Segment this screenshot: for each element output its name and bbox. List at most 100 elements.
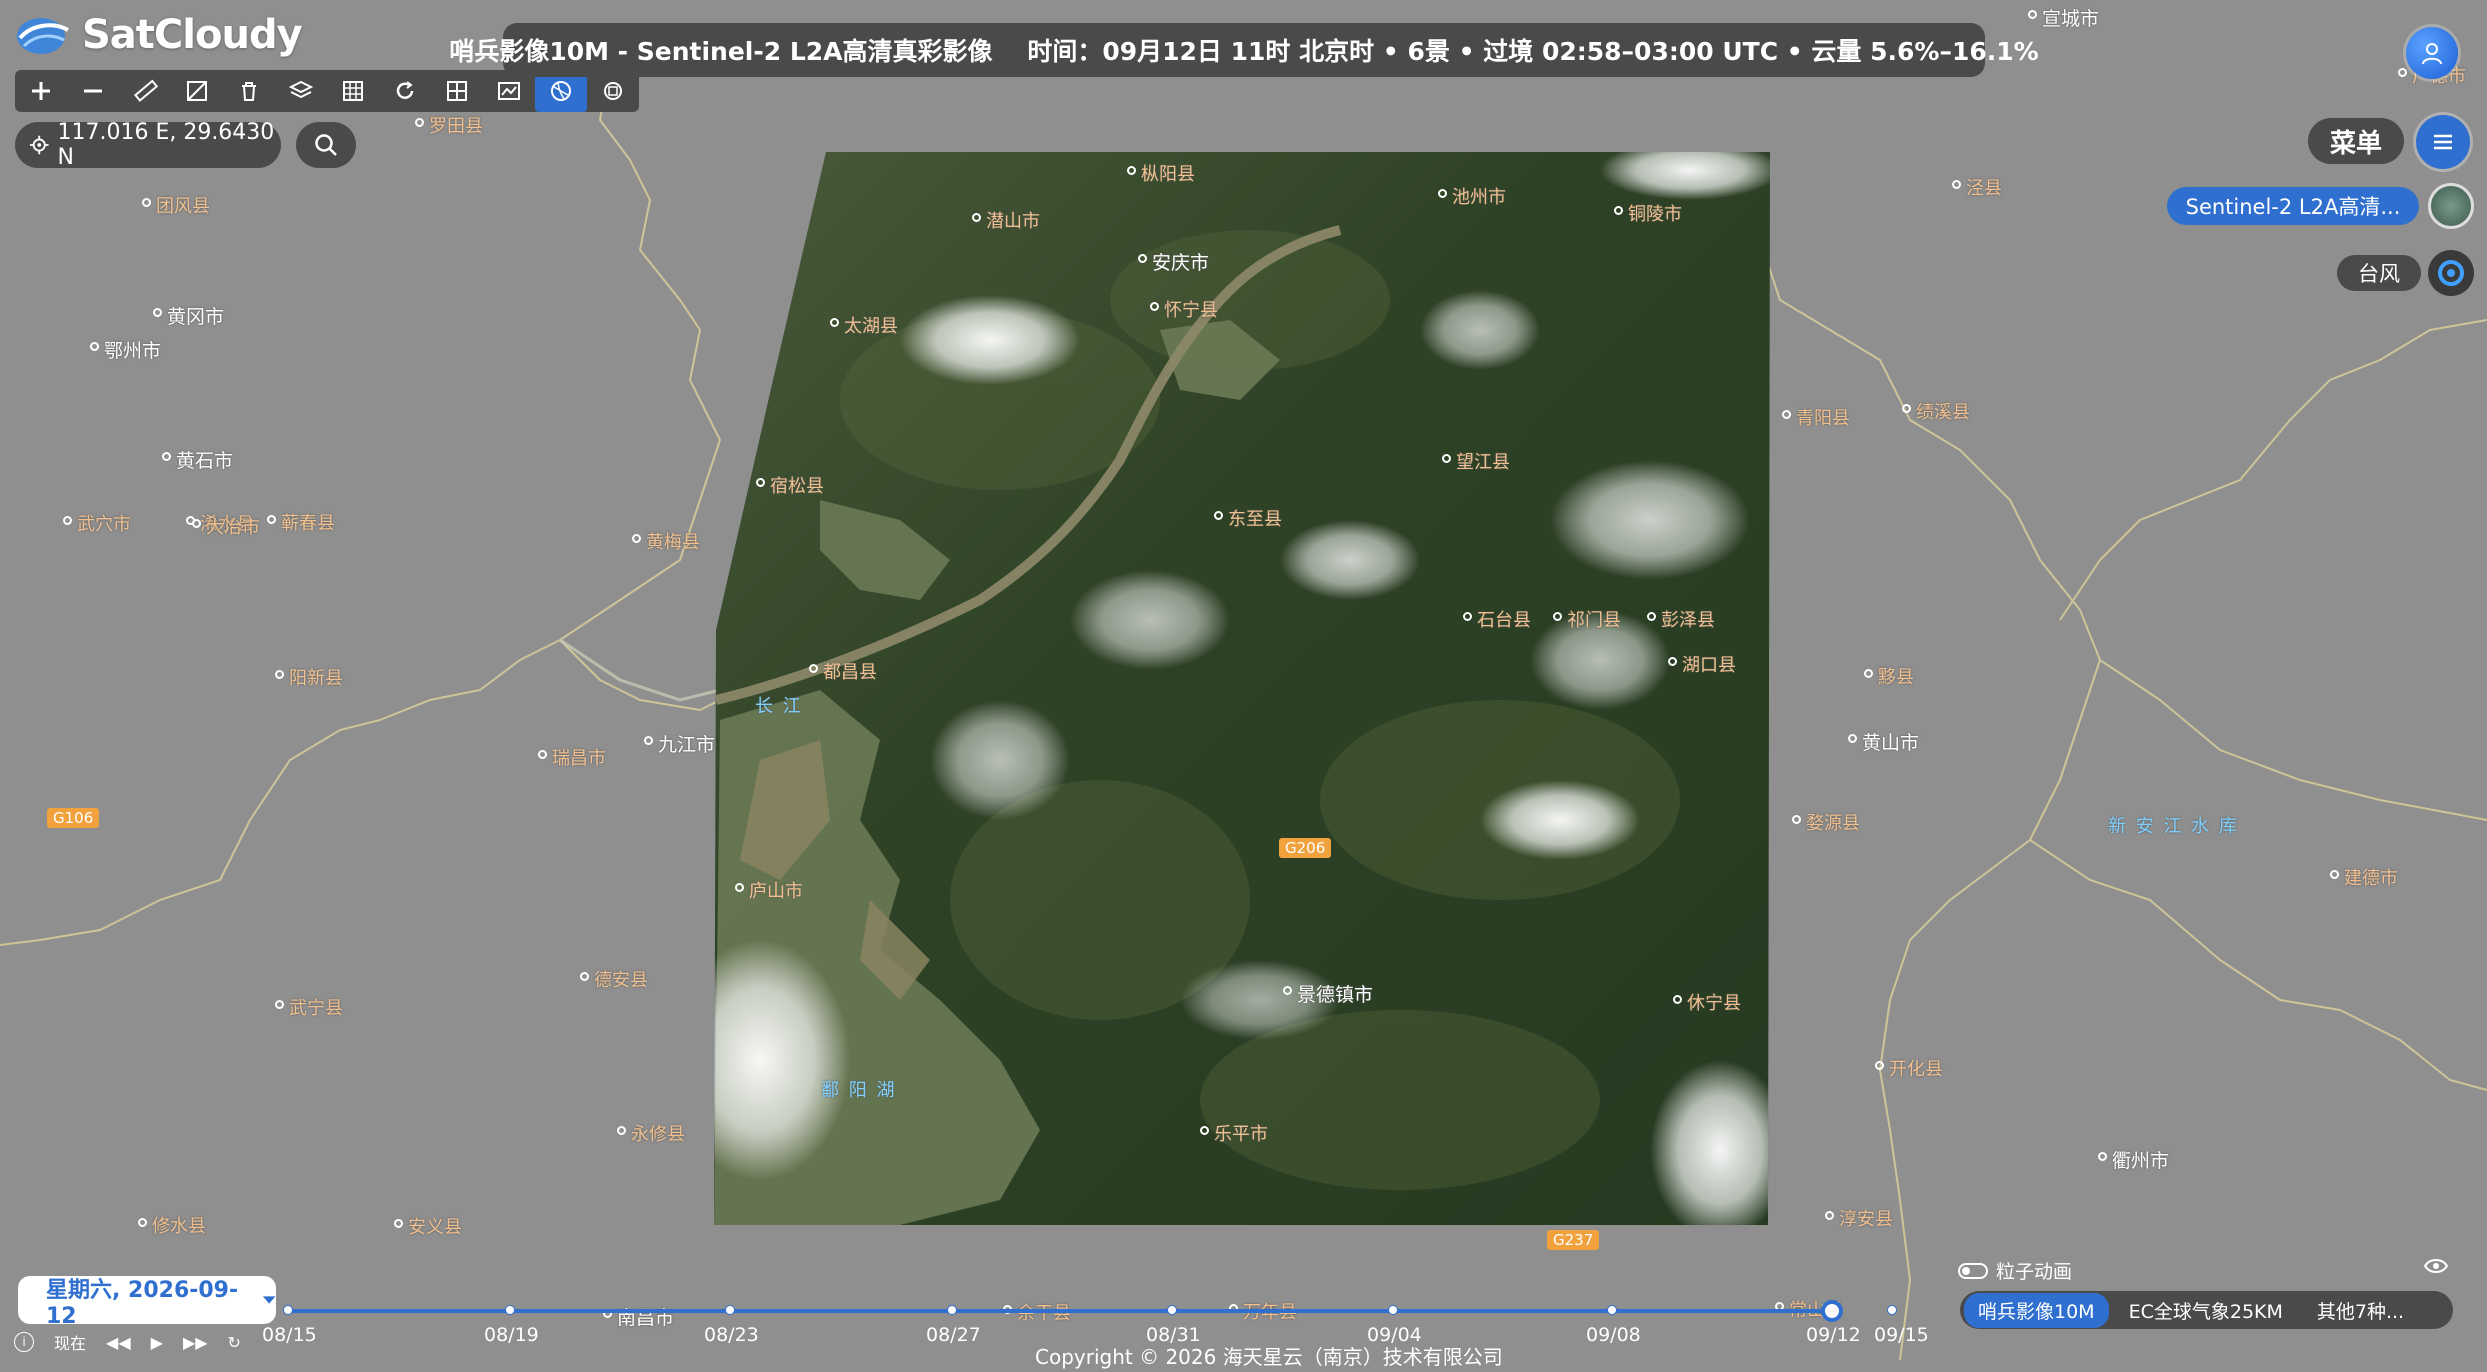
- place-marker-icon: [192, 519, 201, 528]
- place-label: 长 江: [755, 696, 803, 717]
- place-label: 武穴市: [77, 514, 131, 535]
- now-button[interactable]: 现在: [54, 1330, 86, 1354]
- place-marker-icon: [1668, 657, 1677, 666]
- timeline-tick[interactable]: [1607, 1305, 1617, 1315]
- place-marker-icon: [275, 670, 284, 679]
- place-label: 石台县: [1477, 610, 1531, 631]
- zoom-in-button[interactable]: [15, 70, 67, 112]
- timeline-tick-label: 09/15: [1874, 1324, 1929, 1346]
- place-marker-icon: [632, 534, 641, 543]
- place-label: 望江县: [1456, 452, 1510, 473]
- measure-area-button[interactable]: [171, 70, 223, 112]
- satellite-scene: [714, 152, 1770, 1225]
- place-marker-icon: [1647, 612, 1656, 621]
- play-icon[interactable]: ▶: [151, 1333, 163, 1352]
- timeline-tick[interactable]: [725, 1305, 735, 1315]
- timeline-tick[interactable]: [283, 1305, 293, 1315]
- loop-icon[interactable]: ↻: [228, 1333, 241, 1352]
- refresh-button[interactable]: [379, 70, 431, 112]
- typhoon-button[interactable]: [2428, 250, 2474, 296]
- app-name: SatCloudy: [82, 12, 303, 58]
- tab-ec-weather[interactable]: EC全球气象25KM: [2115, 1293, 2297, 1328]
- timeline-tick[interactable]: [1167, 1305, 1177, 1315]
- place-label: 蕲春县: [281, 513, 335, 534]
- place-label: 庐山市: [749, 881, 803, 902]
- typhoon-label[interactable]: 台风: [2337, 255, 2421, 291]
- fast-forward-icon[interactable]: ▶▶: [183, 1333, 208, 1352]
- place-label: 黟县: [1878, 667, 1914, 688]
- grid-button[interactable]: [327, 70, 379, 112]
- timeline-tick[interactable]: [505, 1305, 515, 1315]
- place-marker-icon: [90, 342, 99, 351]
- place-marker-icon: [162, 452, 171, 461]
- place-label: 怀宁县: [1164, 300, 1218, 321]
- place-marker-icon: [580, 972, 589, 981]
- hamburger-icon: [2434, 134, 2452, 150]
- eye-icon[interactable]: [2424, 1257, 2448, 1275]
- place-label: 绩溪县: [1916, 402, 1970, 423]
- place-label: 瑞昌市: [552, 748, 606, 769]
- timeline-tick-label: 08/19: [484, 1324, 539, 1346]
- place-label: 黄山市: [1862, 732, 1920, 754]
- toggle-switch[interactable]: [1958, 1262, 1988, 1279]
- place-label: 开化县: [1889, 1059, 1943, 1080]
- layer-thumbnail-icon[interactable]: [2428, 183, 2474, 229]
- road-badge: G106: [47, 808, 100, 828]
- timeline-tick[interactable]: [1388, 1305, 1398, 1315]
- tab-sentinel[interactable]: 哨兵影像10M: [1964, 1292, 2109, 1328]
- timeline-tick[interactable]: [1887, 1305, 1897, 1315]
- place-marker-icon: [1214, 511, 1223, 520]
- place-label: 建德市: [2344, 868, 2398, 889]
- menu-button[interactable]: [2416, 115, 2470, 169]
- user-button[interactable]: [2406, 27, 2458, 79]
- timeline-tick[interactable]: [947, 1305, 957, 1315]
- delete-button[interactable]: [223, 70, 275, 112]
- info-icon[interactable]: i: [14, 1332, 34, 1352]
- date-picker[interactable]: 星期六, 2026-09-12: [18, 1276, 276, 1329]
- active-layer-chip[interactable]: Sentinel-2 L2A高清...: [2167, 187, 2419, 225]
- place-marker-icon: [1864, 669, 1873, 678]
- coordinate-display[interactable]: 117.016 E, 29.6430 N: [15, 120, 281, 170]
- place-marker-icon: [394, 1219, 403, 1228]
- scene-info-text: 哨兵影像10M - Sentinel-2 L2A高清真彩影像 时间：09月12日…: [449, 37, 2039, 66]
- user-icon: [2422, 43, 2442, 65]
- coordinate-text: 117.016 E, 29.6430 N: [57, 120, 275, 170]
- place-label: 修水县: [152, 1216, 206, 1237]
- search-button[interactable]: [296, 122, 356, 168]
- layers-button[interactable]: [275, 70, 327, 112]
- menu-label[interactable]: 菜单: [2308, 118, 2404, 164]
- place-marker-icon: [2398, 68, 2407, 77]
- brand[interactable]: SatCloudy: [14, 12, 303, 58]
- place-label: 安庆市: [1152, 252, 1210, 274]
- globe-icon: [551, 81, 571, 101]
- particle-label: 粒子动画: [1996, 1261, 2073, 1283]
- zoom-in-icon: [32, 82, 50, 100]
- ruler-icon: [134, 79, 158, 102]
- timeline-track[interactable]: [292, 1309, 1835, 1313]
- place-label: 衢州市: [2112, 1150, 2170, 1172]
- timeline-tick-label: 08/15: [262, 1324, 317, 1346]
- timeline-handle[interactable]: [1821, 1300, 1843, 1322]
- place-marker-icon: [142, 198, 151, 207]
- place-marker-icon: [415, 118, 424, 127]
- place-marker-icon: [1138, 254, 1147, 263]
- place-marker-icon: [1902, 404, 1911, 413]
- place-label: 团风县: [156, 196, 210, 217]
- place-label: 铜陵市: [1628, 204, 1682, 225]
- place-marker-icon: [1952, 180, 1961, 189]
- timeline-tick-label: 09/08: [1586, 1324, 1641, 1346]
- zoom-out-button[interactable]: [67, 70, 119, 112]
- place-marker-icon: [1553, 612, 1562, 621]
- place-label: 鄂州市: [104, 340, 162, 362]
- graticule-button[interactable]: [431, 70, 483, 112]
- rewind-icon[interactable]: ◀◀: [106, 1333, 131, 1352]
- place-label: 罗田县: [429, 116, 483, 137]
- place-label: 鄱 阳 湖: [821, 1080, 897, 1101]
- place-label: 都昌县: [823, 662, 877, 683]
- measure-distance-button[interactable]: [119, 70, 171, 112]
- satcloudy-logo-icon: [17, 18, 69, 54]
- particle-toggle[interactable]: 粒子动画: [1958, 1257, 2072, 1284]
- tab-others[interactable]: 其他7种...: [2303, 1293, 2418, 1328]
- place-marker-icon: [1283, 986, 1292, 995]
- place-label: 太湖县: [844, 316, 898, 337]
